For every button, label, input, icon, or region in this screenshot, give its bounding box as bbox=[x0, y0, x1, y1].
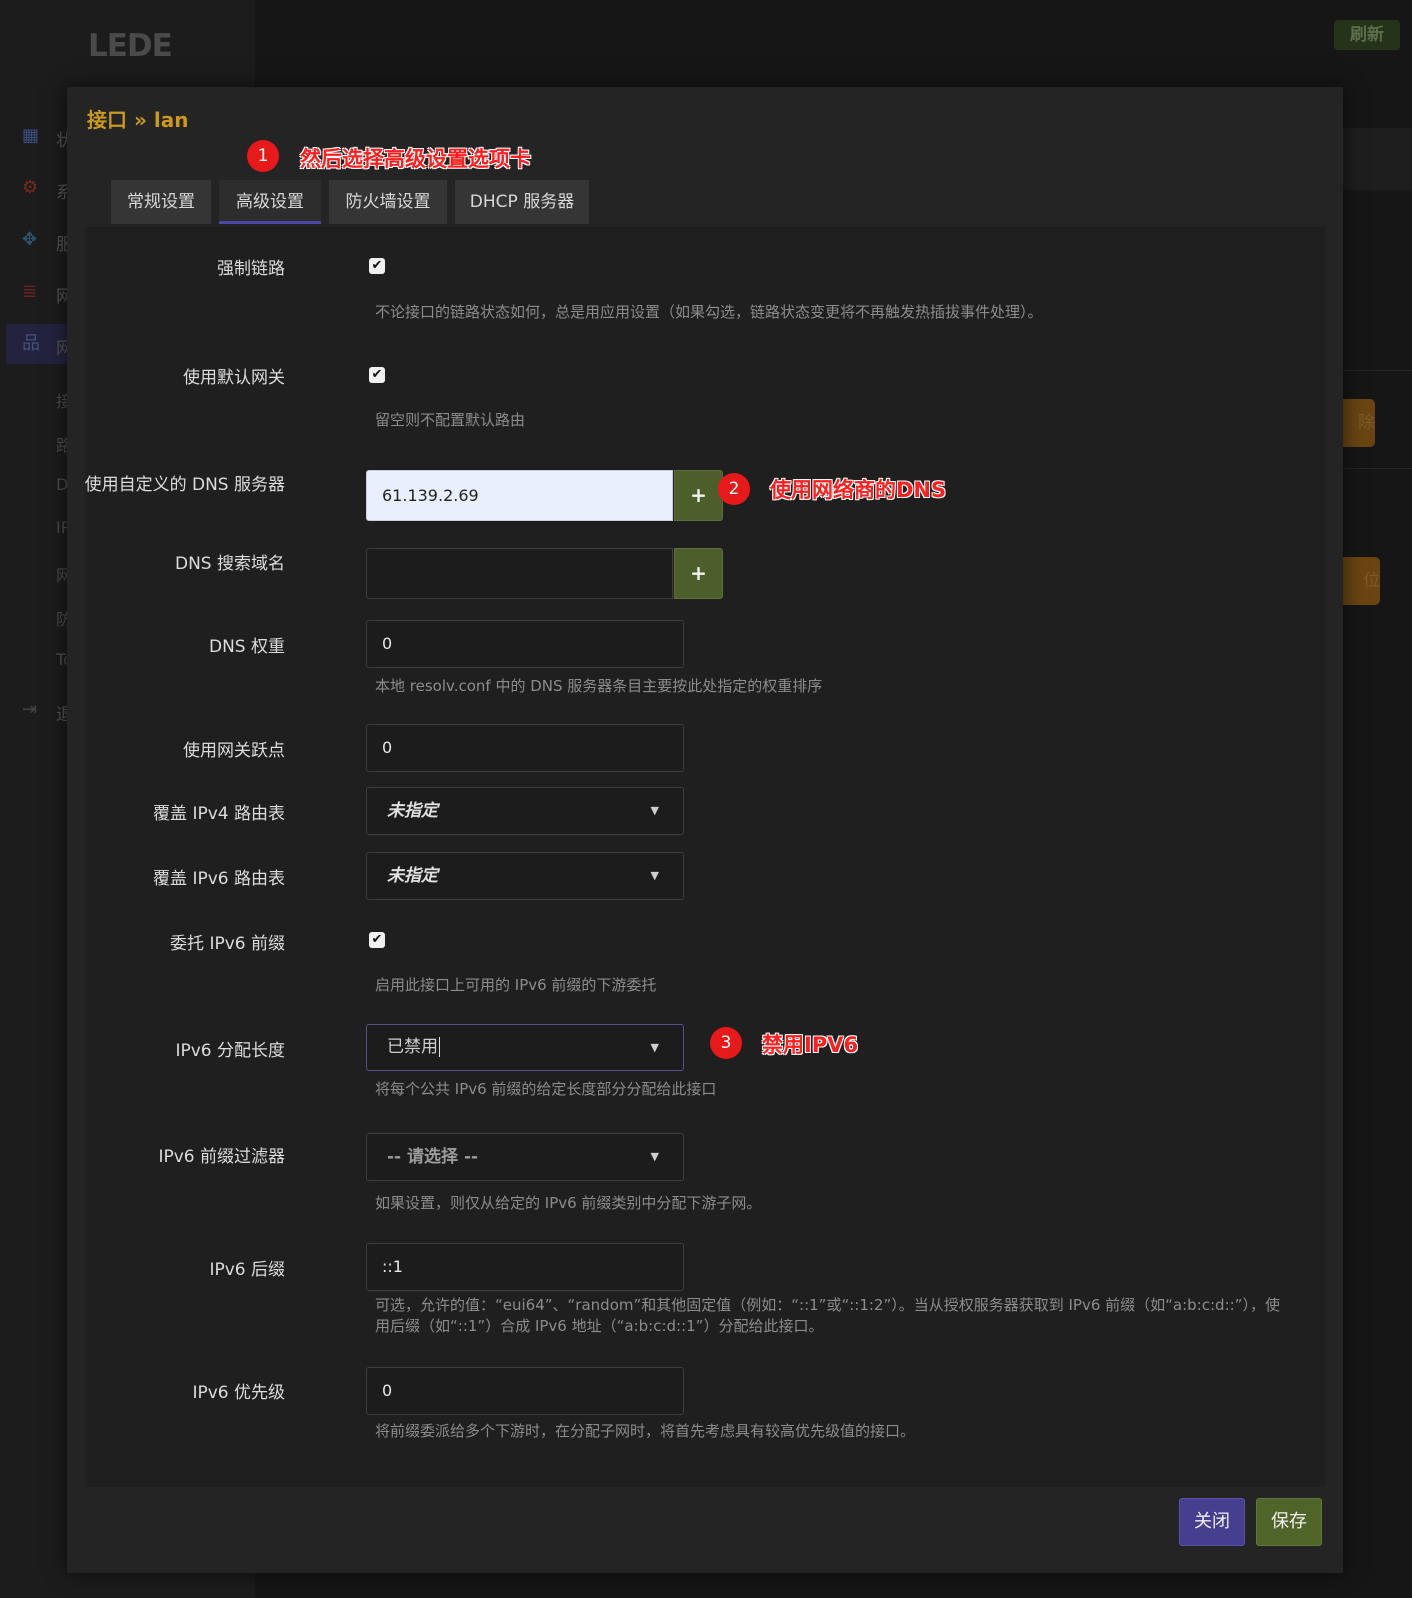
force-link-label: 强制链路 bbox=[217, 259, 285, 279]
annotation-badge-3: 3 bbox=[710, 1027, 742, 1059]
tab-firewall[interactable]: 防火墙设置 bbox=[329, 180, 447, 224]
save-button[interactable]: 保存 bbox=[1256, 1498, 1322, 1546]
select-value: 未指定 bbox=[387, 866, 438, 886]
force-link-checkbox[interactable]: ✔ bbox=[369, 258, 385, 274]
logout-icon: ⇥ bbox=[22, 699, 38, 720]
ipv6-table-label: 覆盖 IPv6 路由表 bbox=[153, 869, 285, 889]
delegate-description: 启用此接口上可用的 IPv6 前缀的下游委托 bbox=[375, 976, 657, 994]
ipv4-table-select[interactable]: 未指定 ▼ bbox=[366, 787, 684, 835]
interface-modal: 接口 » lan 1 然后选择高级设置选项卡 常规设置 高级设置 防火墙设置 D… bbox=[67, 87, 1343, 1573]
network-icon: 品 bbox=[22, 333, 40, 354]
annotation-badge-1: 1 bbox=[247, 140, 279, 172]
gateway-metric-label: 使用网关跃点 bbox=[183, 741, 285, 761]
gear-icon: ⚙ bbox=[22, 177, 39, 198]
ip6prio-label: IPv6 优先级 bbox=[192, 1383, 285, 1403]
dropdown-arrow-icon: ▼ bbox=[650, 804, 659, 817]
ip6hint-description-line: 用后缀（如“::1”）合成 IPv6 地址（“a:b:c:d::1”）分配给此接… bbox=[375, 1317, 824, 1335]
delegate-label: 委托 IPv6 前缀 bbox=[170, 934, 285, 954]
annotation-badge-2: 2 bbox=[718, 473, 750, 505]
add-dns-button[interactable]: + bbox=[674, 470, 723, 521]
check-icon: ✔ bbox=[371, 932, 383, 947]
ip6assign-label: IPv6 分配长度 bbox=[175, 1041, 285, 1061]
advanced-settings-panel: 强制链路 ✔ 不论接口的链路状态如何，总是用应用设置（如果勾选，链路状态变更将不… bbox=[85, 227, 1325, 1487]
tab-dhcp[interactable]: DHCP 服务器 bbox=[455, 180, 589, 224]
ip6filter-select[interactable]: -- 请选择 -- ▼ bbox=[366, 1133, 684, 1181]
annotation-text-3: 禁用IPV6 bbox=[762, 1033, 859, 1057]
select-value: 未指定 bbox=[387, 801, 438, 821]
ip6hint-description: 可选，允许的值：“eui64”、“random”和其他固定值（例如：“::1”或… bbox=[375, 1295, 1305, 1337]
ip6filter-description: 如果设置，则仅从给定的 IPv6 前缀类别中分配下游子网。 bbox=[375, 1194, 762, 1212]
select-value: 已禁用 bbox=[387, 1037, 438, 1057]
custom-dns-label: 使用自定义的 DNS 服务器 bbox=[84, 475, 285, 495]
delegate-checkbox[interactable]: ✔ bbox=[369, 932, 385, 948]
dropdown-arrow-icon: ▼ bbox=[650, 869, 659, 882]
ip6assign-select[interactable]: 已禁用 ▼ bbox=[366, 1024, 684, 1071]
force-link-description: 不论接口的链路状态如何，总是用应用设置（如果勾选，链路状态变更将不再触发热插拔事… bbox=[375, 303, 1043, 321]
ip6hint-description-line: 可选，允许的值：“eui64”、“random”和其他固定值（例如：“::1”或… bbox=[375, 1296, 1280, 1314]
ipv6-table-select[interactable]: 未指定 ▼ bbox=[366, 852, 684, 900]
custom-dns-input[interactable]: 61.139.2.69 bbox=[366, 470, 673, 521]
default-gateway-description: 留空则不配置默认路由 bbox=[375, 411, 526, 429]
ip6prio-input[interactable]: 0 bbox=[366, 1367, 684, 1415]
add-dns-search-button[interactable]: + bbox=[674, 548, 723, 599]
select-value: -- 请选择 -- bbox=[387, 1147, 479, 1167]
modal-title: 接口 » lan bbox=[87, 108, 189, 132]
tab-general[interactable]: 常规设置 bbox=[111, 180, 211, 224]
dns-search-input[interactable] bbox=[366, 548, 673, 599]
dns-weight-label: DNS 权重 bbox=[208, 637, 285, 657]
default-gateway-checkbox[interactable]: ✔ bbox=[369, 367, 385, 383]
database-icon: ≣ bbox=[22, 281, 38, 302]
gateway-metric-input[interactable]: 0 bbox=[366, 724, 684, 772]
text-caret bbox=[439, 1037, 440, 1057]
tab-advanced[interactable]: 高级设置 bbox=[219, 180, 321, 224]
default-gateway-label: 使用默认网关 bbox=[183, 368, 285, 388]
refresh-button[interactable]: 刷新 bbox=[1334, 20, 1400, 50]
dns-weight-input[interactable]: 0 bbox=[366, 620, 684, 668]
ip6prio-description: 将前缀委派给多个下游时，在分配子网时，将首先考虑具有较高优先级值的接口。 bbox=[375, 1422, 916, 1440]
annotation-text-1: 然后选择高级设置选项卡 bbox=[300, 147, 531, 171]
ip6hint-label: IPv6 后缀 bbox=[209, 1260, 285, 1280]
ipv4-table-label: 覆盖 IPv4 路由表 bbox=[153, 804, 285, 824]
dns-weight-description: 本地 resolv.conf 中的 DNS 服务器条目主要按此处指定的权重排序 bbox=[375, 677, 823, 695]
ip6assign-description: 将每个公共 IPv6 前缀的给定长度部分分配给此接口 bbox=[375, 1080, 717, 1098]
dropdown-arrow-icon: ▼ bbox=[650, 1041, 659, 1054]
ip6filter-label: IPv6 前缀过滤器 bbox=[158, 1147, 285, 1167]
dns-search-label: DNS 搜索域名 bbox=[174, 554, 285, 574]
dashboard-icon: ▦ bbox=[22, 125, 40, 146]
ip6hint-input[interactable]: ::1 bbox=[366, 1243, 684, 1291]
dropdown-arrow-icon: ▼ bbox=[650, 1150, 659, 1163]
check-icon: ✔ bbox=[371, 367, 383, 382]
annotation-text-2: 使用网络商的DNS bbox=[770, 478, 947, 502]
puzzle-icon: ✥ bbox=[22, 229, 38, 250]
close-button[interactable]: 关闭 bbox=[1179, 1498, 1245, 1546]
logo: LEDE bbox=[88, 28, 173, 64]
check-icon: ✔ bbox=[371, 258, 383, 273]
